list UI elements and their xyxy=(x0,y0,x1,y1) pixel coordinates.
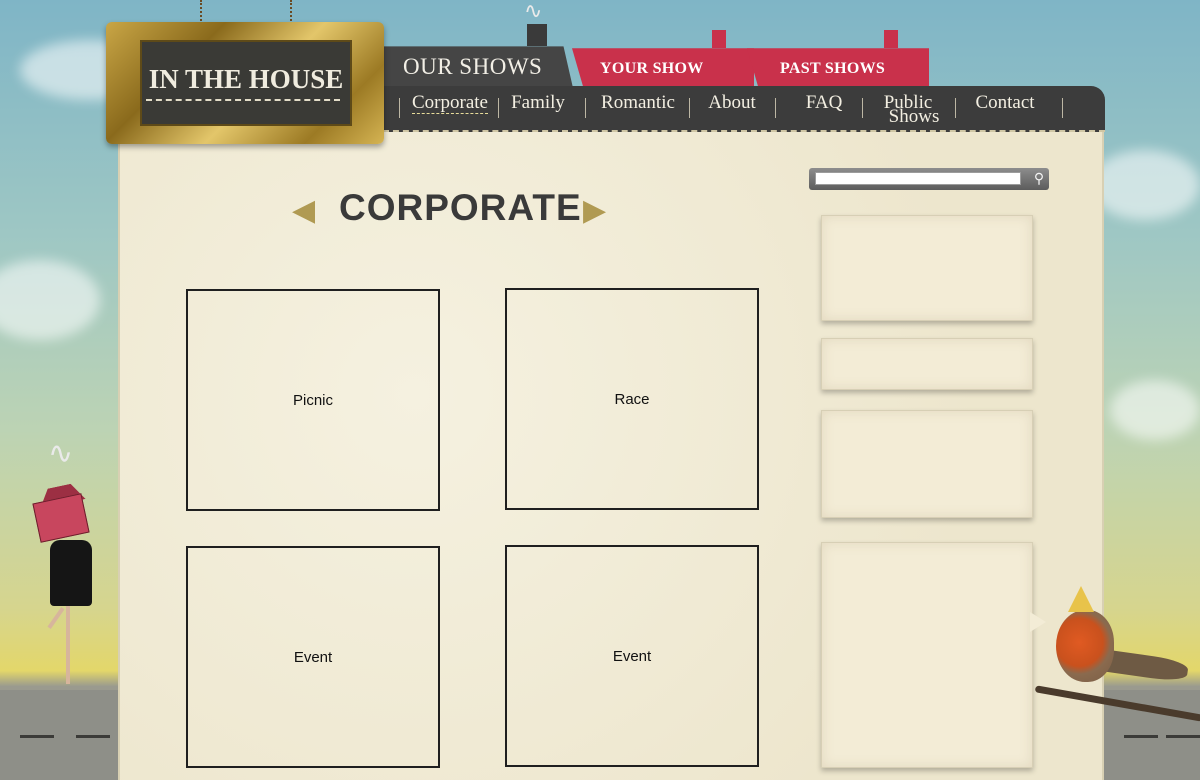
cloud xyxy=(1090,150,1200,220)
chimney xyxy=(527,24,547,46)
page-title: CORPORATE xyxy=(339,187,582,228)
nav-separator xyxy=(689,98,690,118)
paper-note xyxy=(821,410,1033,518)
paper-note xyxy=(821,542,1033,768)
nav-item-label: Family xyxy=(511,92,565,113)
tile-label: Event xyxy=(293,648,333,666)
nav-item-about[interactable]: About xyxy=(700,93,764,112)
road-dash xyxy=(76,735,110,738)
smoke-icon: ∿ xyxy=(48,437,74,470)
road-dash xyxy=(1166,735,1200,738)
nav-separator xyxy=(862,98,863,118)
tile-label: Race xyxy=(614,390,650,408)
our-shows-title: OUR SHOWS xyxy=(403,54,543,79)
nav-item-romantic[interactable]: Romantic xyxy=(596,93,680,112)
nav-item-family[interactable]: Family xyxy=(508,93,568,112)
nav-item-public-shows[interactable]: Public Shows xyxy=(872,93,944,127)
road-dash xyxy=(1124,735,1158,738)
figure-dress xyxy=(50,540,92,606)
tile-event[interactable]: Event xyxy=(505,545,759,767)
nav-separator xyxy=(399,98,400,118)
nav-item-label-line2: Shows xyxy=(888,106,940,127)
smoke-icon: ∿ xyxy=(524,0,543,23)
nav-separator xyxy=(585,98,586,118)
sign-chain xyxy=(200,0,204,24)
nav-separator xyxy=(775,98,776,118)
tab-roof xyxy=(712,30,726,48)
nav-item-label: About xyxy=(708,92,756,113)
nav-separator xyxy=(498,98,499,118)
nav-separator xyxy=(1062,98,1063,118)
tab-your-show-label[interactable]: YOUR SHOW xyxy=(600,60,704,78)
robin-bird xyxy=(1056,610,1114,682)
tile-label: Picnic xyxy=(292,391,333,409)
logo[interactable]: IN THE HOUSE xyxy=(146,64,346,95)
tile-event[interactable]: Event xyxy=(186,546,440,768)
nav-item-contact[interactable]: Contact xyxy=(968,93,1042,112)
paper-note xyxy=(821,338,1033,390)
nav-item-corporate[interactable]: Corporate xyxy=(410,92,490,114)
speech-tail xyxy=(1030,612,1046,632)
figure-leg xyxy=(47,607,65,629)
nav-item-label: Corporate xyxy=(412,92,488,114)
tile-picnic[interactable]: Picnic xyxy=(186,289,440,511)
nav-item-label: FAQ xyxy=(805,92,843,113)
nav-item-label: Contact xyxy=(975,92,1035,113)
nav-separator xyxy=(955,98,956,118)
house-head-figure xyxy=(32,493,90,543)
tab-roof xyxy=(884,30,898,48)
road-dash xyxy=(20,735,54,738)
figure-leg xyxy=(66,606,70,684)
paper-note xyxy=(821,215,1033,321)
tile-race[interactable]: Race xyxy=(505,288,759,510)
nav-item-label: Romantic xyxy=(601,92,675,113)
search-icon[interactable]: ⚲ xyxy=(1030,169,1048,187)
tile-label: Event xyxy=(612,647,652,665)
sign-chain xyxy=(290,0,294,24)
search-input[interactable] xyxy=(815,172,1021,185)
party-hat-icon xyxy=(1068,586,1094,612)
logo-underline xyxy=(146,99,340,101)
cloud xyxy=(1110,380,1200,440)
search-bar: ⚲ xyxy=(809,168,1049,190)
tab-past-shows-label[interactable]: PAST SHOWS xyxy=(780,60,885,78)
next-arrow-icon[interactable]: ▶ xyxy=(583,193,606,228)
nav-item-faq[interactable]: FAQ xyxy=(796,93,852,112)
cloud xyxy=(0,260,100,340)
prev-arrow-icon[interactable]: ◀ xyxy=(292,193,315,228)
